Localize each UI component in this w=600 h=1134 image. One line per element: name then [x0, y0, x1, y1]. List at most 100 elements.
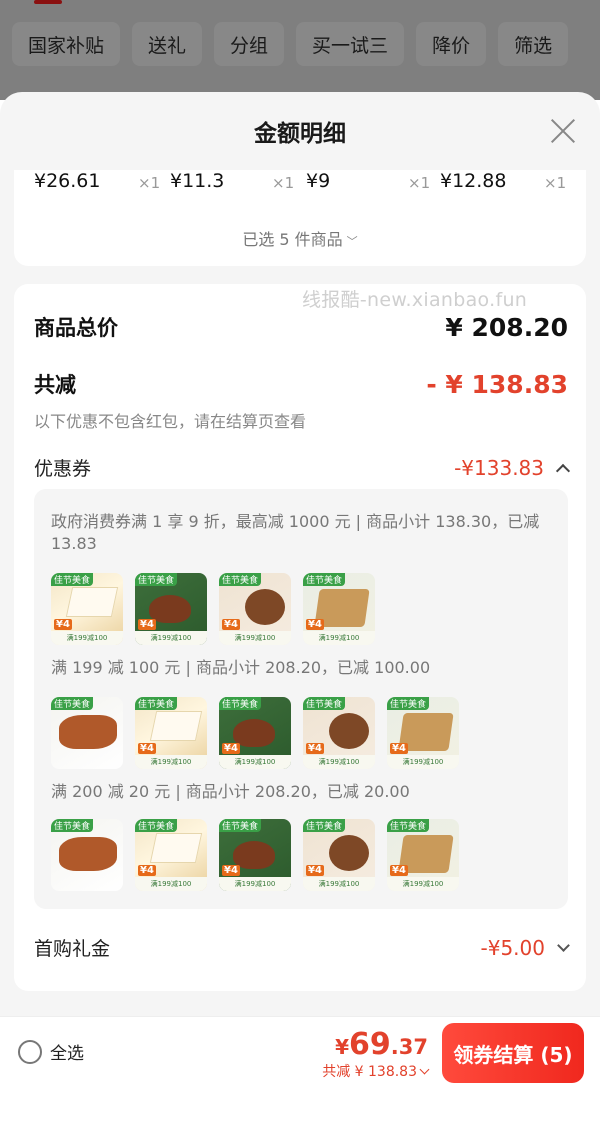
coupon-group-thumbs: 佳节美食 佳节美食 ¥4 满199减100 佳节美食 ¥4 满199减100 佳节美食 ¥…	[51, 819, 459, 891]
chevron-down-icon	[419, 1064, 430, 1074]
item-price-row: ¥26.61 ×1 ¥11.3 ×1 ¥9 ×1 ¥12.88 ×1	[14, 170, 586, 200]
filter-guojia[interactable]: 国家补贴	[12, 22, 121, 66]
product-thumb-zongzi[interactable]: 佳节美食 ¥4 满199减100	[219, 819, 291, 891]
total-reduce-text: 共减 ¥ 138.83	[322, 1064, 417, 1080]
product-thumb-guihuagao[interactable]: 佳节美食 ¥4 满199减100	[51, 573, 123, 645]
coupon-group-thumbs: 佳节美食 ¥4 满199减100 佳节美食 ¥4 满199减100 佳节美食 ¥4 满199…	[51, 573, 375, 645]
product-thumb-jizhua[interactable]: 佳节美食	[51, 819, 123, 891]
sheet-title: 金额明细	[254, 121, 346, 147]
product-image	[65, 587, 119, 617]
filter-shaixuan[interactable]: 筛选	[498, 22, 569, 66]
item-price: ¥9	[306, 170, 331, 192]
product-thumb-guihuagao[interactable]: 佳节美食 ¥4 满199减100	[135, 697, 207, 769]
product-thumb-bing[interactable]: 佳节美食 ¥4 满199减100	[387, 697, 459, 769]
gift-label: 首购礼金	[34, 938, 111, 960]
product-thumb-fagao[interactable]: 佳节美食 ¥4 满199减100	[219, 573, 291, 645]
thumb-promo-strip: 满199减100	[387, 755, 459, 769]
product-thumb-bing[interactable]: 佳节美食 ¥4 满199减100	[303, 573, 375, 645]
coupon-group-desc: 满 199 减 100 元 | 商品小计 208.20，已减 100.00	[51, 658, 431, 677]
total-reduce-summary[interactable]: 共减 ¥ 138.83	[322, 1061, 430, 1081]
filter-songli[interactable]: 送礼	[132, 22, 203, 66]
selected-items-card: ¥26.61 ×1 ¥11.3 ×1 ¥9 ×1 ¥12.88 ×1 已选 5 …	[14, 170, 586, 266]
thumb-promo-strip: 满199减100	[387, 877, 459, 891]
thumb-price-tag: ¥4	[306, 865, 324, 876]
thumb-badge: 佳节美食	[51, 819, 94, 832]
coupon-value: -¥133.83	[454, 455, 544, 480]
thumb-promo-strip: 满199减100	[303, 631, 375, 645]
thumb-badge: 佳节美食	[303, 697, 346, 710]
coupon-label: 优惠券	[34, 458, 92, 480]
thumb-price-tag: ¥4	[222, 865, 240, 876]
radio-icon[interactable]	[18, 1039, 42, 1064]
background-page: 国家补贴 送礼 分组 买一试三 降价 筛选	[0, 0, 600, 100]
product-thumb-zongzi[interactable]: 佳节美食 ¥4 满199减100	[219, 697, 291, 769]
thumb-price-tag: ¥4	[390, 865, 408, 876]
thumb-badge: 佳节美食	[51, 697, 94, 710]
coupon-group-thumbs: 佳节美食 佳节美食 ¥4 满199减100 佳节美食 ¥4 满199减100 佳节美食 ¥…	[51, 697, 459, 769]
active-tab-indicator	[34, 0, 62, 4]
select-all-label: 全选	[50, 1044, 84, 1064]
thumb-price-tag: ¥4	[138, 743, 156, 754]
thumb-badge: 佳节美食	[51, 573, 94, 586]
price-integer: 69	[349, 1027, 391, 1062]
product-thumb-fagao[interactable]: 佳节美食 ¥4 满199减100	[303, 819, 375, 891]
filter-maiyi[interactable]: 买一试三	[296, 22, 405, 66]
item-price: ¥11.3	[170, 170, 225, 192]
price-decimal: .37	[390, 1035, 428, 1059]
thumb-price-tag: ¥4	[306, 619, 324, 630]
item-qty: ×1	[272, 174, 295, 192]
product-image	[59, 715, 117, 749]
coupon-value-wrap: -¥133.83	[454, 455, 571, 480]
coupon-detail-box: 政府消费券满 1 享 9 折，最高减 1000 元 | 商品小计 138.30，…	[34, 489, 568, 909]
first-purchase-gift-row[interactable]: 首购礼金 -¥5.00	[34, 934, 570, 961]
total-price-value: ¥ 208.20	[445, 312, 568, 342]
product-image	[329, 835, 369, 871]
selected-count[interactable]: 已选 5 件商品 ﹀	[14, 226, 586, 250]
product-thumb-bing[interactable]: 佳节美食 ¥4 满199减100	[387, 819, 459, 891]
product-thumb-jizhua[interactable]: 佳节美食	[51, 697, 123, 769]
thumb-badge: 佳节美食	[135, 573, 178, 586]
total-price-label: 商品总价	[34, 316, 118, 340]
price-currency: ¥	[335, 1035, 350, 1059]
sheet-header: 金额明细	[0, 92, 600, 170]
chevron-down-icon[interactable]	[557, 939, 570, 952]
gift-value: -¥5.00	[480, 935, 545, 960]
thumb-promo-strip: 满199减100	[303, 877, 375, 891]
total-price-row: 商品总价 ¥ 208.20	[34, 312, 568, 342]
thumb-price-tag: ¥4	[54, 619, 72, 630]
filter-jiangjia[interactable]: 降价	[416, 22, 487, 66]
thumb-badge: 佳节美食	[135, 697, 178, 710]
checkout-button[interactable]: 领券结算 (5)	[442, 1023, 584, 1083]
product-image	[149, 711, 203, 741]
product-image	[245, 589, 285, 625]
product-thumb-fagao[interactable]: 佳节美食 ¥4 满199减100	[303, 697, 375, 769]
filter-fenzu[interactable]: 分组	[214, 22, 285, 66]
thumb-badge: 佳节美食	[219, 697, 262, 710]
close-icon[interactable]	[550, 118, 576, 144]
total-reduce-label: 共减	[34, 373, 76, 397]
final-price: ¥69.37	[335, 1027, 428, 1062]
checkout-bar: 全选 ¥69.37 共减 ¥ 138.83 领券结算 (5)	[0, 1016, 600, 1088]
thumb-promo-strip: 满199减100	[51, 631, 123, 645]
thumb-badge: 佳节美食	[219, 819, 262, 832]
thumb-price-tag: ¥4	[138, 619, 156, 630]
product-image	[329, 713, 369, 749]
product-image	[149, 833, 203, 863]
product-image	[59, 837, 117, 871]
thumb-badge: 佳节美食	[387, 697, 430, 710]
product-thumb-zongzi[interactable]: 佳节美食 ¥4 满199减100	[135, 573, 207, 645]
chevron-up-icon[interactable]	[555, 463, 571, 478]
discount-note: 以下优惠不包含红包，请在结算页查看	[34, 412, 307, 431]
thumb-price-tag: ¥4	[390, 743, 408, 754]
coupon-group-desc: 政府消费券满 1 享 9 折，最高减 1000 元 | 商品小计 138.30，…	[51, 512, 540, 553]
watermark: 线报酷-new.xianbao.fun	[302, 289, 528, 311]
total-reduce-value: - ¥ 138.83	[426, 369, 568, 399]
price-breakdown-card: 线报酷-new.xianbao.fun 商品总价 ¥ 208.20 共减 - ¥…	[14, 284, 586, 991]
product-thumb-guihuagao[interactable]: 佳节美食 ¥4 满199减100	[135, 819, 207, 891]
thumb-price-tag: ¥4	[222, 619, 240, 630]
select-all-toggle[interactable]: 全选	[18, 1039, 84, 1064]
item-price: ¥12.88	[440, 170, 507, 192]
thumb-badge: 佳节美食	[219, 573, 262, 586]
item-price: ¥26.61	[34, 170, 101, 192]
coupon-row[interactable]: 优惠券 -¥133.83	[34, 454, 571, 481]
